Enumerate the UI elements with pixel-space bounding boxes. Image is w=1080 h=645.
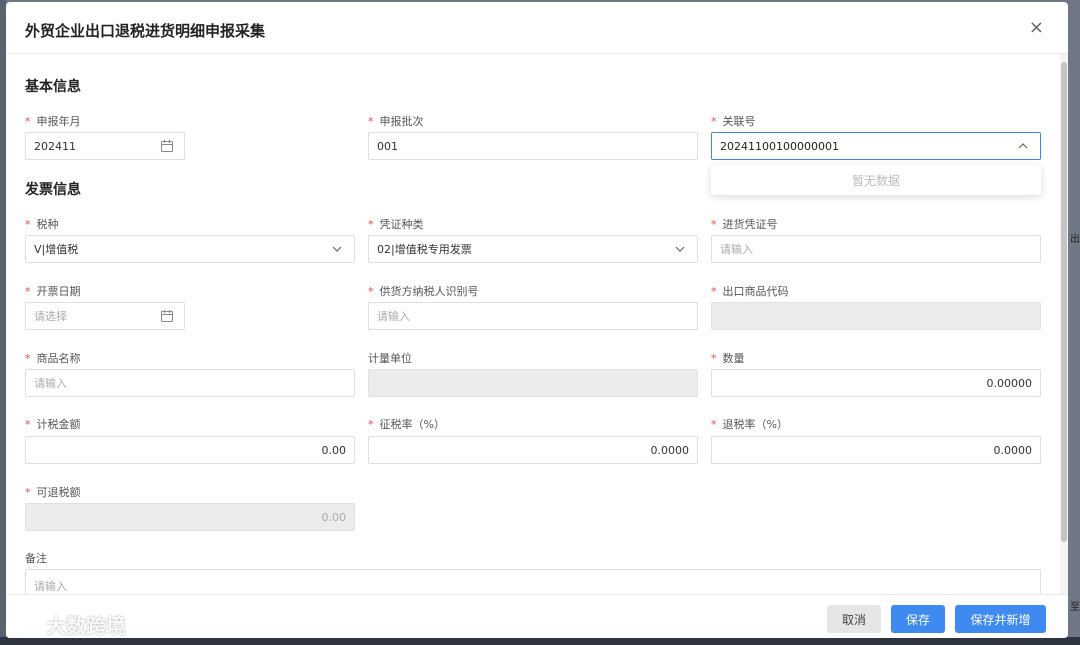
label-unit: 计量单位: [368, 352, 412, 365]
dialog-body: 基本信息 * 申报年月 202411 * 申报批次 001 * 关联号 2024110…: [6, 54, 1060, 594]
label-invoice-date: * 开票日期: [25, 285, 81, 298]
cancel-button[interactable]: 取消: [827, 605, 881, 633]
label-refund-rate: * 退税率（%）: [711, 418, 788, 431]
report-batch-input[interactable]: 001: [368, 132, 698, 160]
export-goods-code-input: [711, 302, 1041, 330]
collection-dialog: 外贸企业出口退税进货明细申报采集 × 基本信息 * 申报年月 202411 * 申报…: [6, 2, 1068, 638]
backdrop-bottom-bar: [0, 637, 1080, 645]
label-tax-type: * 税种: [25, 218, 59, 231]
backdrop-text-2: 至: [1070, 602, 1080, 613]
watermark: 大数跨境: [8, 610, 126, 639]
dialog-title: 外贸企业出口退税进货明细申报采集: [25, 22, 266, 40]
calendar-icon: [161, 140, 173, 152]
invoice-date-picker[interactable]: 请选择: [25, 302, 185, 330]
label-purchase-voucher-no: * 进货凭证号: [711, 218, 778, 231]
label-supplier-tax-id: * 供货方纳税人识别号: [368, 285, 479, 298]
remark-textarea[interactable]: 请输入: [25, 569, 1041, 594]
label-report-month: * 申报年月: [25, 115, 81, 128]
voucher-type-select[interactable]: 02|增值税专用发票: [368, 235, 698, 263]
section-title-invoice: 发票信息: [25, 182, 81, 198]
backdrop-text: 出: [1070, 234, 1080, 245]
watermark-text: 大数跨境: [46, 614, 126, 638]
chevron-down-icon: [332, 246, 342, 252]
link-no-select[interactable]: 20241100100000001: [711, 132, 1041, 160]
refundable-amount-input: 0.00: [25, 503, 355, 531]
supplier-tax-id-input[interactable]: 请输入: [368, 302, 698, 330]
dropdown-empty-text: 暂无数据: [851, 173, 900, 188]
dialog-header: 外贸企业出口退税进货明细申报采集 ×: [6, 2, 1068, 54]
chevron-down-icon: [675, 246, 685, 252]
levy-rate-input[interactable]: 0.0000: [368, 436, 698, 464]
label-export-goods-code: * 出口商品代码: [711, 285, 789, 298]
save-and-new-button[interactable]: 保存并新增: [955, 605, 1046, 633]
purchase-voucher-no-input[interactable]: 请输入: [711, 235, 1041, 263]
quantity-input[interactable]: 0.00000: [711, 369, 1041, 397]
watermark-logo-icon: [9, 616, 42, 632]
tax-type-select[interactable]: V|增值税: [25, 235, 355, 263]
label-refundable-amount: * 可退税额: [25, 486, 81, 499]
label-goods-name: * 商品名称: [25, 352, 81, 365]
section-title-basic: 基本信息: [25, 79, 81, 95]
link-no-dropdown-panel: 暂无数据: [711, 165, 1041, 195]
label-levy-rate: * 征税率（%）: [368, 418, 445, 431]
dialog-footer: 取消 保存 保存并新增: [6, 594, 1068, 638]
label-quantity: * 数量: [711, 352, 745, 365]
unit-input: [368, 369, 698, 397]
goods-name-input[interactable]: 请输入: [25, 369, 355, 397]
save-button[interactable]: 保存: [891, 605, 945, 633]
label-report-batch: * 申报批次: [368, 115, 424, 128]
taxable-amount-input[interactable]: 0.00: [25, 436, 355, 464]
label-taxable-amount: * 计税金额: [25, 418, 81, 431]
label-remark: 备注: [25, 552, 47, 565]
scrollbar-thumb[interactable]: [1061, 62, 1067, 542]
refund-rate-input[interactable]: 0.0000: [711, 436, 1041, 464]
chevron-up-icon: [1018, 143, 1028, 149]
close-icon[interactable]: ×: [1029, 17, 1044, 38]
report-month-picker[interactable]: 202411: [25, 132, 185, 160]
dialog-scrollbar[interactable]: [1060, 54, 1068, 594]
calendar-icon: [161, 310, 173, 322]
label-link-no: * 关联号: [711, 115, 756, 128]
label-voucher-type: * 凭证种类: [368, 218, 424, 231]
